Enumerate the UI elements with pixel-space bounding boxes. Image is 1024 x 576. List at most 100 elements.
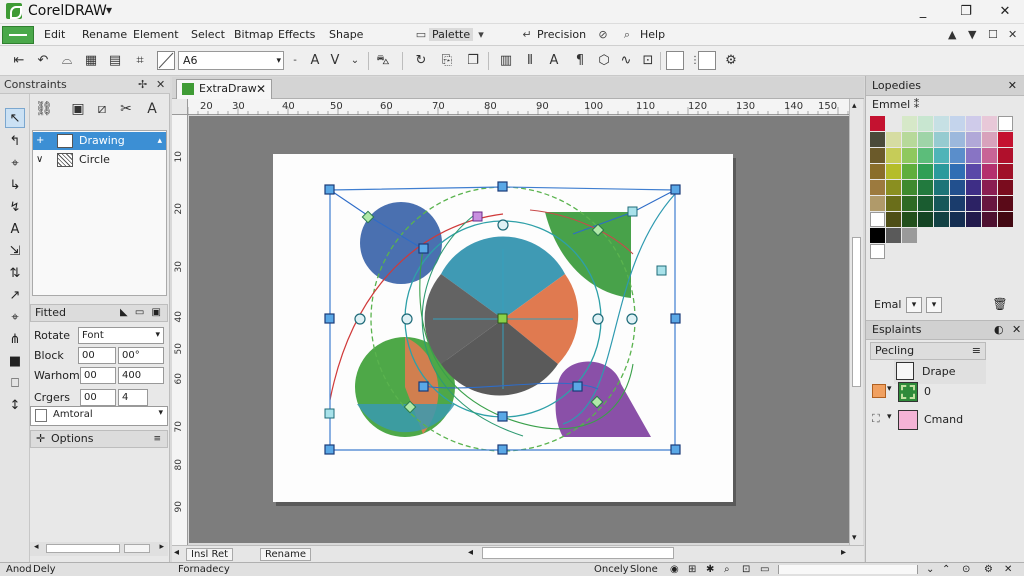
block-input-1[interactable]: 00 <box>78 347 116 364</box>
color-swatch[interactable] <box>870 212 885 227</box>
page-tab[interactable]: Rename <box>260 548 312 561</box>
trash-icon[interactable]: 🗑 <box>992 297 1008 313</box>
color-swatch[interactable] <box>918 164 933 179</box>
color-swatch[interactable] <box>966 116 981 131</box>
color-swatch[interactable] <box>982 180 997 195</box>
object-properties-tab[interactable]: Pecling ≡ <box>870 342 986 360</box>
color-swatch[interactable] <box>950 132 965 147</box>
align-v-icon[interactable]: V <box>326 52 344 70</box>
panel-controls-icon[interactable]: ◣ ▭ ▣ <box>120 305 163 321</box>
tree-item-circle[interactable]: ∨ Circle <box>33 151 166 169</box>
chevron-down-icon[interactable]: ▾ <box>158 408 163 418</box>
color-swatch[interactable] <box>902 116 917 131</box>
dimension-icon[interactable]: ⫴ <box>521 52 539 70</box>
outline-tool-icon[interactable]: ⎕ <box>5 374 25 394</box>
menu-select[interactable]: Select <box>191 28 225 41</box>
color-swatch[interactable] <box>934 116 949 131</box>
color-swatch[interactable] <box>934 196 949 211</box>
connector-tool-icon[interactable]: ↗ <box>5 286 25 306</box>
color-swatch[interactable] <box>998 196 1013 211</box>
color-swatch[interactable] <box>934 148 949 163</box>
freehand-tool-icon[interactable]: ↯ <box>5 198 25 218</box>
rotate-select[interactable]: Font ▾ <box>78 327 164 344</box>
color-swatch[interactable] <box>998 116 1013 131</box>
tree-item-drawing[interactable]: + Drawing ▴ <box>33 132 166 150</box>
color-swatch[interactable] <box>886 148 901 163</box>
text-tool-icon[interactable]: A <box>545 52 563 70</box>
color-swatch[interactable] <box>918 116 933 131</box>
close-tab-icon[interactable]: ✕ <box>256 80 266 98</box>
zoom-slider[interactable] <box>778 565 918 574</box>
page-icon[interactable] <box>666 51 684 70</box>
palette-dropdown-icon[interactable]: ▾ <box>474 28 488 42</box>
palette-options-icon[interactable]: ⁑ <box>914 98 920 111</box>
color-swatch[interactable] <box>934 164 949 179</box>
ribbon-up-icon[interactable]: ▲ <box>948 28 956 41</box>
left-panel-scrollbar[interactable]: ◂ ▸ <box>30 542 168 556</box>
edit-layer-icon[interactable]: ⧄ <box>92 98 112 120</box>
color-swatch[interactable] <box>918 132 933 147</box>
color-swatch[interactable] <box>902 212 917 227</box>
color-swatch[interactable] <box>886 164 901 179</box>
color-swatch[interactable] <box>950 148 965 163</box>
color-swatch[interactable] <box>950 180 965 195</box>
scroll-thumb[interactable] <box>46 544 120 553</box>
vertical-scrollbar[interactable]: ▴ ▾ <box>849 99 863 545</box>
scroll-down-icon[interactable]: ▾ <box>852 533 857 543</box>
shape-tool-icon[interactable]: ↰ <box>5 132 25 152</box>
color-swatch[interactable] <box>902 148 917 163</box>
pick-tool-icon[interactable]: ↖ <box>5 108 25 128</box>
palette-dropdown-button[interactable]: ▾ <box>906 297 922 313</box>
snap-icon[interactable]: ◉ <box>670 563 679 576</box>
color-swatch[interactable] <box>886 132 901 147</box>
color-swatch[interactable] <box>934 132 949 147</box>
vertical-ruler[interactable]: 10 20 30 40 50 60 70 80 90 <box>172 115 188 545</box>
block-input-2[interactable]: 00° <box>118 347 164 364</box>
shape-icon[interactable]: ⬡ <box>595 52 613 70</box>
back-icon[interactable]: ⇤ <box>10 52 28 70</box>
undo-icon[interactable]: ↶ <box>34 52 52 70</box>
palette-menu-button[interactable]: ▾ <box>926 297 942 313</box>
bezier-icon[interactable]: ⌓ <box>58 52 76 70</box>
magic-icon[interactable]: ✂ <box>116 98 136 120</box>
color-swatch[interactable] <box>934 212 949 227</box>
scroll-right-icon[interactable]: ▸ <box>841 547 846 558</box>
color-swatch[interactable] <box>870 228 885 243</box>
pan-tool-icon[interactable]: ↕ <box>5 396 25 416</box>
scroll-right-icon[interactable]: ▸ <box>159 542 164 552</box>
close-button[interactable]: ✕ <box>994 2 1016 22</box>
curve-icon[interactable]: ∿ <box>617 52 635 70</box>
copy-icon[interactable]: ⎘ <box>438 52 456 70</box>
color-swatch[interactable] <box>982 212 997 227</box>
blue-circle[interactable] <box>360 202 442 284</box>
color-swatch[interactable] <box>902 164 917 179</box>
color-swatch[interactable] <box>998 212 1013 227</box>
settings-icon[interactable]: ⚙ <box>984 563 993 576</box>
text-layer-icon[interactable]: A <box>142 98 162 120</box>
object-item-fill[interactable]: ▾ 0 <box>870 380 1020 404</box>
scroll-left-icon[interactable]: ◂ <box>34 542 39 552</box>
color-swatch[interactable] <box>870 196 885 211</box>
duplicate-icon[interactable]: ❐ <box>464 52 482 70</box>
rectangle-tool-icon[interactable]: ⇲ <box>5 242 25 262</box>
new-layer-icon[interactable]: ⛓ <box>34 98 54 120</box>
horizontal-ruler[interactable]: 20 30 40 50 60 70 80 90 100 110 120 130 … <box>188 99 850 115</box>
menu-icon[interactable]: ≡ <box>972 343 981 359</box>
expand-icon[interactable]: + <box>36 132 50 150</box>
scroll-thumb-2[interactable] <box>124 544 150 553</box>
grid-snap-icon[interactable]: ⊞ <box>688 563 696 576</box>
horizontal-scroll-thumb[interactable] <box>482 547 674 559</box>
zoom-tool-icon[interactable]: ↳ <box>5 176 25 196</box>
eyedropper-tool-icon[interactable]: ⋔ <box>5 330 25 350</box>
align-left-icon[interactable]: A <box>306 52 324 70</box>
close-icon[interactable]: ✕ <box>1008 76 1017 96</box>
menu-effects[interactable]: Effects <box>278 28 315 41</box>
color-swatch[interactable] <box>870 180 885 195</box>
color-swatch[interactable] <box>982 196 997 211</box>
color-swatch[interactable] <box>902 196 917 211</box>
minimize-button[interactable]: _ <box>912 2 934 22</box>
color-swatch[interactable] <box>998 164 1013 179</box>
first-page-icon[interactable]: ◂ <box>174 547 179 558</box>
close-icon[interactable]: ✕ <box>156 76 165 94</box>
page-snap-icon[interactable]: ▭ <box>760 563 769 576</box>
